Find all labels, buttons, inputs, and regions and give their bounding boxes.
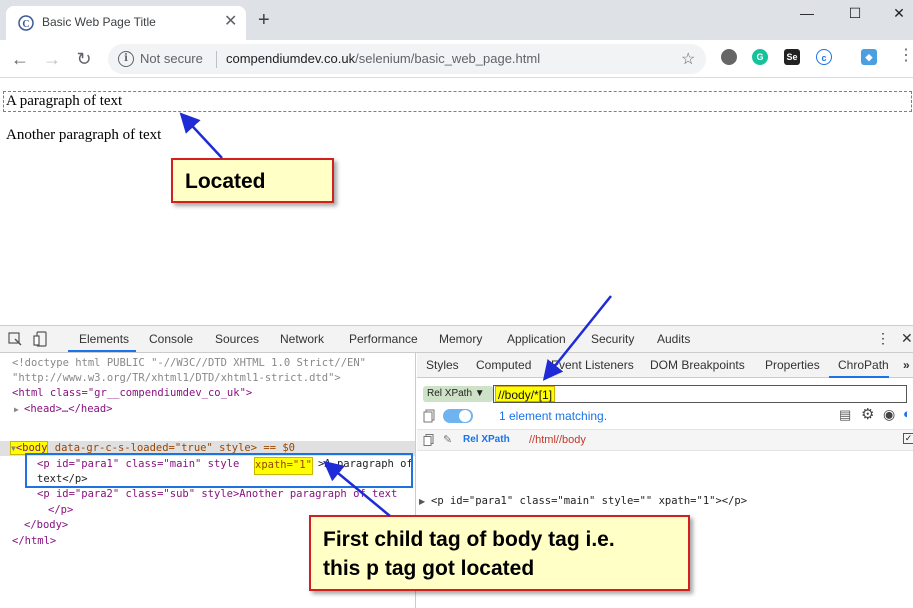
xpath-query-row: Rel XPath ▼ //body/*[1]	[417, 383, 913, 405]
forward-arrow-icon[interactable]: →	[41, 48, 63, 70]
tab-audits[interactable]: Audits	[657, 332, 690, 346]
matched-node[interactable]: <p id="para1" class="main" style="" xpat…	[431, 495, 747, 507]
close-window-button[interactable]: ✕	[889, 4, 909, 24]
browser-menu-icon[interactable]: ⋮	[898, 48, 913, 64]
tab-dom-breakpoints[interactable]: DOM Breakpoints	[650, 358, 745, 372]
result-xpath-value: //html//body	[529, 434, 586, 446]
browser-toolbar: ← → ↻ i Not secure compendiumdev.co.uk/s…	[0, 40, 913, 78]
devtools-tab-bar: Elements Console Sources Network Perform…	[0, 326, 913, 353]
reload-icon[interactable]: ↻	[73, 48, 95, 70]
more-tabs-icon[interactable]: »	[903, 358, 910, 372]
tab-memory[interactable]: Memory	[439, 332, 482, 346]
tab-title: Basic Web Page Title	[42, 15, 156, 29]
copy-result-icon[interactable]	[423, 434, 435, 446]
tab-event-listeners[interactable]: Event Listeners	[551, 358, 634, 372]
copy-icon[interactable]	[423, 409, 437, 423]
tab-console[interactable]: Console	[149, 332, 193, 346]
inspect-element-icon[interactable]	[7, 331, 23, 347]
tab-elements[interactable]: Elements	[79, 332, 129, 346]
tab-network[interactable]: Network	[280, 332, 324, 346]
svg-text:C: C	[22, 19, 29, 30]
paragraph-2: Another paragraph of text	[6, 127, 162, 143]
first-child-highlight-box	[25, 453, 413, 488]
chropath-extension-icon[interactable]: ◆	[861, 49, 877, 65]
target-icon[interactable]: ◉	[883, 406, 895, 423]
xpath-type-label: Rel XPath	[427, 388, 473, 399]
url-text: compendiumdev.co.uk/selenium/basic_web_p…	[226, 51, 540, 66]
browser-tab[interactable]: C Basic Web Page Title ✕	[6, 6, 246, 40]
tab-styles[interactable]: Styles	[426, 358, 459, 372]
doctype-line: <!doctype html PUBLIC "-//W3C//DTD XHTML…	[12, 357, 367, 369]
back-arrow-icon[interactable]: ←	[9, 48, 31, 70]
xpath-type-select[interactable]: Rel XPath ▼	[423, 386, 493, 402]
gear-icon[interactable]: ⚙	[861, 405, 874, 423]
xpath-result-row: ✎ Rel XPath //html//body ✓	[417, 429, 913, 451]
settings-list-icon[interactable]: ▤	[839, 407, 851, 423]
bookmark-star-icon[interactable]: ☆	[681, 49, 695, 69]
tab-strip: C Basic Web Page Title ✕ + — ☐ ✕	[0, 0, 913, 40]
sidebar-tabs: Styles Computed Event Listeners DOM Brea…	[417, 353, 913, 378]
edit-pencil-icon[interactable]: ✎	[443, 433, 452, 446]
explanation-line-2: this p tag got located	[323, 557, 535, 580]
extension-circle-icon[interactable]	[721, 49, 737, 65]
paragraph-1: A paragraph of text	[6, 93, 123, 109]
html-open-node[interactable]: <html class="gr__compendiumdev_co_uk">	[12, 386, 252, 402]
toggle-knob	[459, 410, 471, 422]
body-close: </body>	[24, 519, 69, 531]
html-close: </html>	[12, 535, 57, 547]
tab-performance[interactable]: Performance	[349, 332, 418, 346]
located-callout: Located	[171, 158, 334, 203]
help-icon[interactable]: ◐	[903, 406, 911, 421]
result-checkbox[interactable]: ✓	[903, 433, 913, 444]
expand-result-icon[interactable]: ▶	[419, 497, 425, 506]
result-type-label: Rel XPath	[463, 434, 510, 445]
located-element-outline	[3, 91, 912, 112]
address-bar[interactable]: i Not secure compendiumdev.co.uk/seleniu…	[108, 44, 706, 74]
tab-application[interactable]: Application	[507, 332, 566, 346]
tab-security[interactable]: Security	[591, 332, 634, 346]
xpath-query-value: //body/*[1]	[495, 386, 556, 402]
selenium-ide-icon[interactable]: Se	[784, 49, 800, 65]
doctype-line-2: "http://www.w3.org/TR/xhtml1/DTD/xhtml1-…	[12, 372, 341, 384]
tab-computed[interactable]: Computed	[476, 358, 531, 372]
explanation-callout: First child tag of body tag i.e. this p …	[309, 515, 690, 591]
tab-close-icon[interactable]: ✕	[224, 14, 237, 30]
devtools-close-icon[interactable]: ✕	[901, 330, 913, 347]
new-tab-button[interactable]: +	[258, 10, 270, 30]
info-icon[interactable]: i	[118, 51, 134, 67]
xpath-input[interactable]	[493, 385, 907, 403]
extension-c-icon[interactable]: c	[816, 49, 832, 65]
url-path: /selenium/basic_web_page.html	[355, 51, 541, 66]
security-indicator: Not secure	[140, 51, 203, 66]
minimize-button[interactable]: —	[797, 4, 817, 24]
p2-close: </p>	[48, 504, 74, 516]
tab-chropath[interactable]: ChroPath	[838, 358, 889, 372]
site-favicon-icon: C	[18, 15, 34, 31]
head-node[interactable]: <head>…</head>	[24, 402, 113, 418]
device-toolbar-icon[interactable]	[33, 331, 49, 347]
sidebar-active-indicator	[829, 376, 889, 378]
arrow-to-paragraph	[179, 112, 223, 159]
active-tab-indicator	[68, 350, 136, 352]
tab-properties[interactable]: Properties	[765, 358, 820, 372]
p2-node[interactable]: <p id="para2" class="sub" style>Another …	[37, 487, 397, 503]
maximize-button[interactable]: ☐	[845, 4, 865, 24]
explanation-line-1: First child tag of body tag i.e.	[323, 528, 615, 551]
toggle-switch[interactable]	[443, 409, 473, 423]
tab-sources[interactable]: Sources	[215, 332, 259, 346]
match-status: 1 element matching.	[499, 409, 608, 423]
omnibox-divider	[216, 51, 217, 68]
devtools-menu-icon[interactable]: ⋮	[876, 330, 890, 347]
grammarly-icon[interactable]: G	[752, 49, 768, 65]
expand-head-icon[interactable]: ▶	[14, 402, 19, 418]
url-host: compendiumdev.co.uk	[226, 51, 356, 66]
